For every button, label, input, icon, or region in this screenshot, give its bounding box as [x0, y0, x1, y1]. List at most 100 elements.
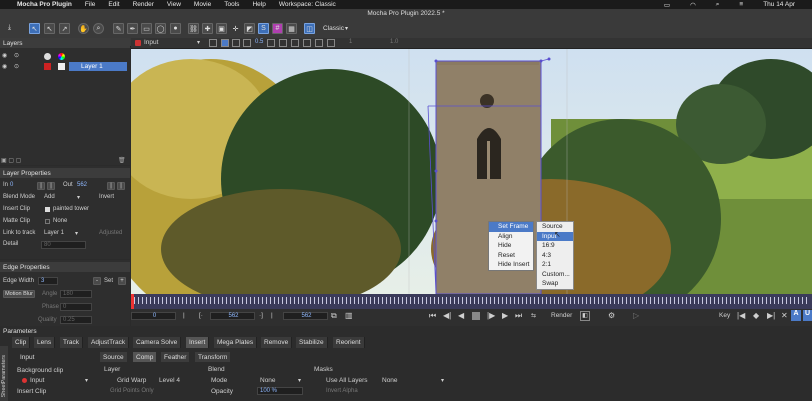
battery-icon[interactable]: ▭ [664, 1, 670, 9]
use-all-layers-checkbox[interactable]: Use All Layers [326, 377, 368, 384]
stop-icon[interactable] [472, 312, 480, 320]
add-keyframe-icon[interactable]: ◆ [753, 311, 759, 320]
link-dropdown-icon[interactable]: ▾ [75, 230, 78, 237]
lock-icon[interactable]: ⊙ [14, 52, 19, 59]
sub-2-1[interactable]: 2:1 [537, 260, 573, 270]
in-marker-icon[interactable]: [· [199, 312, 203, 319]
ctx-set-frame[interactable]: Set Frame [489, 222, 533, 232]
insert-clip-select[interactable]: painted tower [53, 206, 89, 212]
subtab-source[interactable]: Source [100, 352, 127, 362]
in-go-button[interactable]: | [47, 182, 55, 190]
transform-icon[interactable]: ▣ [216, 23, 227, 34]
next-keyframe-icon[interactable]: ▶| [767, 311, 775, 320]
view-icon-1[interactable] [209, 39, 217, 47]
move-icon[interactable]: ✛ [230, 23, 241, 34]
ctx-hide-insert[interactable]: Hide Insert [489, 260, 533, 270]
grid-level-select[interactable]: Level 4 [159, 377, 180, 384]
menu-tools[interactable]: Tools [224, 1, 239, 8]
eye-icon[interactable]: ◉ [2, 52, 7, 59]
render-button[interactable]: Render [551, 312, 572, 319]
tab-mega-plates[interactable]: Mega Plates [214, 337, 258, 348]
ctx-hide[interactable]: Hide [489, 241, 533, 251]
view-icon-3[interactable] [232, 39, 240, 47]
side-tab-sheet[interactable]: Sheet [1, 383, 7, 397]
current-frame-field[interactable]: 0 [131, 312, 176, 320]
overlay-icon[interactable]: ▦ [286, 23, 297, 34]
subtab-feather[interactable]: Feather [161, 352, 190, 362]
workspace-select[interactable]: Classic [323, 25, 344, 32]
quality-field[interactable]: 0.25 [60, 316, 92, 324]
cache-icon[interactable]: ▥ [345, 311, 353, 320]
go-start-icon[interactable]: ⏮ [429, 311, 436, 321]
in-value[interactable]: 0 [10, 182, 13, 188]
bezier-tool-icon[interactable]: ✒ [127, 23, 138, 34]
ctx-reset[interactable]: Reset [489, 251, 533, 261]
viewer-num-b[interactable]: 1.0 [390, 39, 398, 45]
subtab-comp[interactable]: Comp [133, 352, 157, 362]
angle-field[interactable]: 180 [60, 290, 92, 298]
delete-keyframe-icon[interactable]: ✕ [781, 311, 788, 320]
settings-icon[interactable]: ⚙ [608, 311, 615, 320]
sub-4-3[interactable]: 4:3 [537, 251, 573, 261]
in-point-field[interactable]: 562 [210, 312, 255, 320]
view-icon-6[interactable] [279, 39, 287, 47]
tab-stabilize[interactable]: Stabilize [296, 337, 328, 348]
hand-tool-icon[interactable]: ✋ [78, 23, 89, 34]
opacity-field[interactable]: 100 % [257, 387, 303, 395]
lock-icon-2[interactable]: ⊙ [14, 63, 19, 70]
save-icon[interactable]: ⤓ [4, 22, 15, 33]
menu-edit[interactable]: Edit [108, 1, 119, 8]
prev-key-icon[interactable]: ◀| [443, 311, 451, 320]
invert-checkbox[interactable]: Invert [99, 194, 114, 200]
view-icon-2[interactable] [221, 39, 229, 47]
layer-tools-icons[interactable]: ▣ ▢ ▢ [1, 157, 21, 164]
sub-16-9[interactable]: 16:9 [537, 241, 573, 251]
sub-custom[interactable]: Custom... [537, 270, 573, 280]
brush-tool-icon[interactable]: ● [170, 23, 181, 34]
background-clip-select[interactable]: Input [30, 377, 44, 384]
matte-icon[interactable] [44, 53, 51, 60]
xspline-tool-icon[interactable]: ✎ [113, 23, 124, 34]
surface-icon[interactable]: S [258, 23, 269, 34]
zoom-tool-icon[interactable]: ⌕ [93, 23, 104, 34]
layer-matte-swatch[interactable] [58, 63, 65, 70]
detail-field[interactable]: 80 [41, 241, 86, 249]
pick-tool-icon[interactable]: ↗ [59, 23, 70, 34]
mode-select[interactable]: None [260, 377, 276, 384]
viewer-clip-select[interactable]: Input [144, 39, 158, 46]
eye-icon-2[interactable]: ◉ [2, 63, 7, 70]
blend-mode-select[interactable]: Add [44, 194, 55, 200]
view-mode-icon[interactable]: ◫ [304, 23, 315, 34]
layer-row[interactable]: Layer 1 [69, 62, 127, 71]
view-icon-9[interactable] [315, 39, 323, 47]
go-end-icon[interactable]: ⏭ [515, 311, 522, 321]
search-icon[interactable]: ⌕ [716, 1, 720, 9]
bg-clip-dropdown-icon[interactable]: ▾ [85, 377, 88, 384]
view-icon-4[interactable] [243, 39, 251, 47]
edge-plus-button[interactable]: + [118, 277, 126, 285]
viewer-canvas[interactable]: Set Frame Align Hide Reset Hide Insert S… [131, 49, 812, 294]
ctx-align[interactable]: Align [489, 232, 533, 242]
side-tab-parameters[interactable]: Parameters [1, 355, 7, 383]
menu-file[interactable]: File [85, 1, 95, 8]
out-marker-icon[interactable]: ·] [259, 312, 263, 319]
tab-clip[interactable]: Clip [12, 337, 31, 348]
in-bracket-icon[interactable]: | [183, 312, 185, 319]
render-icon[interactable]: ◧ [580, 311, 590, 321]
delete-layer-icon[interactable]: 🗑 [118, 157, 126, 164]
tab-insert[interactable]: Insert [186, 337, 210, 348]
tab-remove[interactable]: Remove [261, 337, 293, 348]
link-tool-icon[interactable]: ⛓ [188, 23, 199, 34]
track-icon[interactable]: ▷ [633, 311, 639, 320]
menu-help[interactable]: Help [252, 1, 265, 8]
edge-width-field[interactable]: 3 [38, 277, 58, 285]
menu-render[interactable]: Render [133, 1, 154, 8]
control-center-icon[interactable]: ≡ [739, 1, 743, 8]
out-go-button[interactable]: | [117, 182, 125, 190]
play-forward-icon[interactable]: ▶ [502, 311, 508, 320]
record-icon[interactable] [135, 40, 141, 46]
auto-key-button[interactable]: A [791, 310, 801, 321]
grid-icon[interactable]: # [272, 23, 283, 34]
tab-track[interactable]: Track [60, 337, 84, 348]
step-back-icon[interactable]: ◀ [458, 311, 464, 320]
